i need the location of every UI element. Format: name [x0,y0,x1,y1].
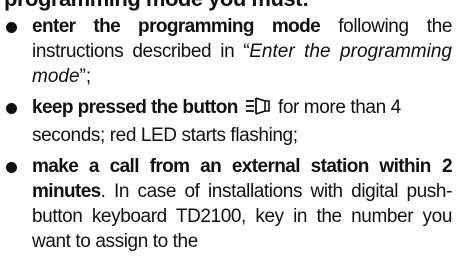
list-item: keep pressed the button for more than 4 … [0,95,460,148]
step-bold-text: keep pressed the button [32,97,238,118]
bullet-icon [6,162,17,173]
step-bold-text: make a call from an external station wit… [32,156,431,177]
bullet-icon [6,103,17,114]
manual-page: programming mode you must: enter the pro… [0,0,460,269]
list-item: enter the programming mode following the… [0,14,460,89]
step-bold-text: enter the programming mode [32,16,321,37]
door-lock-button-icon [245,96,271,123]
bullet-icon [6,22,17,33]
step-text-end: ”; [79,66,92,87]
instruction-list: enter the programming mode following the… [0,14,460,260]
list-item: make a call from an external station wit… [0,154,460,254]
intro-text: programming mode you must: [4,0,309,12]
